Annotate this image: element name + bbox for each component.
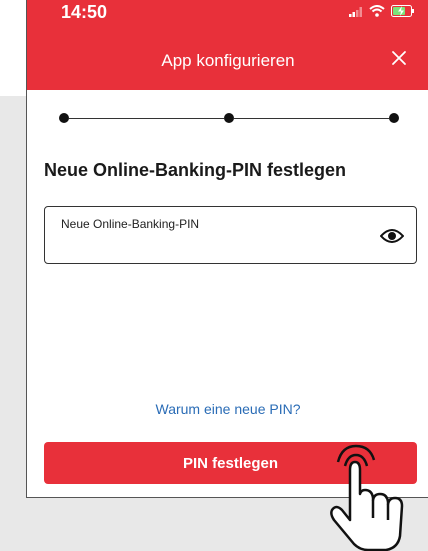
stepper-line xyxy=(234,118,389,119)
eye-icon[interactable] xyxy=(379,227,405,245)
pin-field[interactable]: Neue Online-Banking-PIN xyxy=(44,206,417,264)
close-icon[interactable] xyxy=(387,46,411,70)
pin-field-label: Neue Online-Banking-PIN xyxy=(61,217,200,231)
help-link[interactable]: Warum eine neue PIN? xyxy=(27,401,428,417)
page-title: App konfigurieren xyxy=(161,51,295,70)
pointer-hand-icon xyxy=(330,444,404,551)
wifi-icon xyxy=(369,4,385,22)
section-heading: Neue Online-Banking-PIN festlegen xyxy=(44,160,347,180)
battery-charging-icon xyxy=(391,4,415,22)
stepper-line xyxy=(69,118,224,119)
phone-screen: 14:50 App konfigurieren Neue Online-Bank… xyxy=(26,0,428,498)
stepper-dot-1 xyxy=(59,113,69,123)
signal-icon xyxy=(349,4,363,22)
stepper-dot-2 xyxy=(224,113,234,123)
status-icons xyxy=(349,4,415,22)
status-time: 14:50 xyxy=(61,2,108,22)
progress-stepper xyxy=(59,113,399,125)
pin-input[interactable] xyxy=(61,237,365,259)
stepper-dot-3 xyxy=(389,113,399,123)
app-header: 14:50 App konfigurieren xyxy=(27,0,428,90)
